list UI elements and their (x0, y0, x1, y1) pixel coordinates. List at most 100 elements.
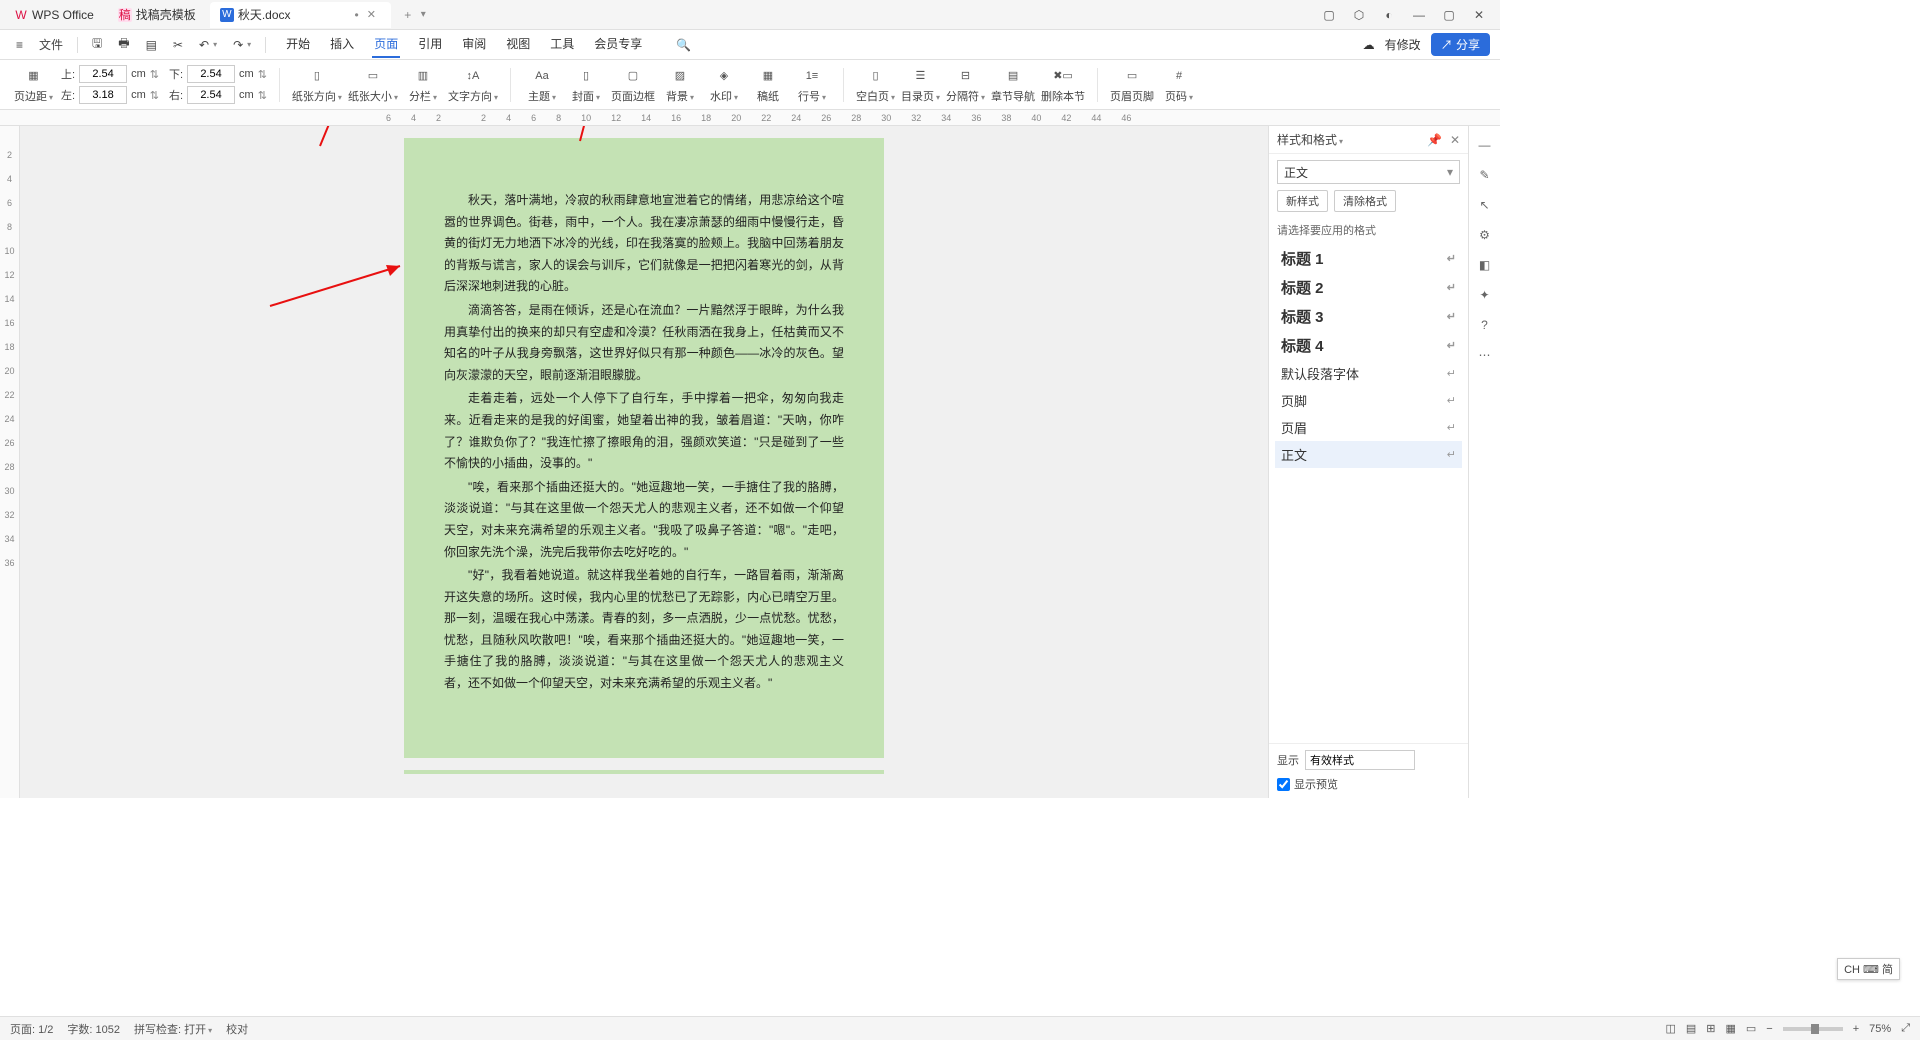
view-web-icon[interactable]: ⊞ (1706, 1022, 1715, 1035)
manuscript-button[interactable]: ▦稿纸 (749, 66, 787, 104)
view-read-icon[interactable]: ▤ (1686, 1022, 1696, 1035)
close-icon[interactable]: ✕ (1450, 133, 1460, 147)
watermark-button[interactable]: ◈水印 (705, 66, 743, 104)
select-icon[interactable]: ↖ (1479, 198, 1489, 212)
zoom-in-icon[interactable]: + (1853, 1023, 1859, 1035)
avatar-icon[interactable]: ◐ (1380, 8, 1398, 22)
header-footer-button[interactable]: ▭页眉页脚 (1110, 66, 1154, 104)
style-item[interactable]: 正文↵ (1275, 441, 1462, 468)
document-page-2[interactable] (404, 770, 884, 774)
style-item[interactable]: 标题 3↵ (1275, 302, 1462, 331)
columns-button[interactable]: ▥分栏 (404, 66, 442, 104)
cover-button[interactable]: ▯封面 (567, 66, 605, 104)
tab-member[interactable]: 会员专享 (592, 31, 644, 58)
paper-size-button[interactable]: ▭纸张大小 (348, 66, 398, 104)
blank-page-button[interactable]: ▯空白页 (856, 66, 895, 104)
document-canvas[interactable]: 秋天，落叶满地，冷寂的秋雨肆意地宣泄着它的情绪，用悲凉给这个喧嚣的世界调色。街巷… (20, 126, 1268, 798)
maximize-icon[interactable]: ▢ (1440, 8, 1458, 22)
tab-start[interactable]: 开始 (284, 31, 312, 58)
layers-icon[interactable]: ◧ (1479, 258, 1490, 272)
print-preview-icon[interactable]: ▤ (140, 35, 163, 55)
tab-view[interactable]: 视图 (504, 31, 532, 58)
current-style-select[interactable]: 正文▾ (1277, 160, 1460, 184)
cloud-icon[interactable]: ☁ (1363, 38, 1375, 52)
tab-menu-icon[interactable]: ▾ (421, 9, 426, 20)
ruler-vertical[interactable]: 24681012141618202224262830323436 (0, 126, 20, 798)
search-icon[interactable]: 🔍 (670, 31, 697, 58)
panel-title[interactable]: 样式和格式 (1277, 131, 1343, 148)
settings-icon[interactable]: ⚙ (1479, 228, 1490, 242)
redo-icon[interactable]: ↷ (227, 35, 257, 55)
toc-page-button[interactable]: ☰目录页 (901, 66, 940, 104)
file-menu[interactable]: 文件 (33, 33, 69, 56)
ime-badge[interactable]: CH ⌨ 简 (1837, 958, 1900, 980)
margin-right-input[interactable] (187, 86, 235, 104)
tab-template[interactable]: 稿 找稿壳模板 (108, 2, 206, 28)
minimize-icon[interactable]: — (1410, 8, 1428, 22)
background-button[interactable]: ▨背景 (661, 66, 699, 104)
status-words[interactable]: 字数: 1052 (67, 1021, 120, 1037)
cut-icon[interactable]: ✂ (167, 35, 189, 55)
text-direction-button[interactable]: ↕A文字方向 (448, 66, 498, 104)
collapse-icon[interactable]: — (1479, 138, 1491, 152)
tab-page[interactable]: 页面 (372, 31, 400, 58)
save-icon[interactable]: 🖫 (86, 31, 108, 58)
more-icon[interactable]: ⋯ (1479, 348, 1491, 362)
style-item[interactable]: 标题 1↵ (1275, 244, 1462, 273)
clear-format-button[interactable]: 清除格式 (1334, 190, 1396, 212)
preview-checkbox[interactable]: 显示预览 (1277, 776, 1460, 792)
line-number-button[interactable]: 1≡行号 (793, 66, 831, 104)
share-button[interactable]: ↗ 分享 (1431, 33, 1490, 56)
new-tab-button[interactable]: + (399, 8, 417, 22)
style-item[interactable]: 标题 2↵ (1275, 273, 1462, 302)
status-proof[interactable]: 校对 (226, 1021, 248, 1037)
delete-section-button[interactable]: ✖▭删除本节 (1041, 66, 1085, 104)
page-margins-button[interactable]: ▦ 页边距 (14, 66, 53, 104)
undo-icon[interactable]: ↶ (193, 35, 223, 55)
tab-review[interactable]: 审阅 (460, 31, 488, 58)
orientation-button[interactable]: ▯纸张方向 (292, 66, 342, 104)
document-page[interactable]: 秋天，落叶满地，冷寂的秋雨肆意地宣泄着它的情绪，用悲凉给这个喧嚣的世界调色。街巷… (404, 138, 884, 758)
view-mode-icon[interactable]: ◫ (1665, 1022, 1675, 1035)
zoom-slider[interactable] (1783, 1027, 1843, 1031)
paragraph[interactable]: 滴滴答答，是雨在倾诉，还是心在流血？一片黯然浮于眼眸，为什么我用真挚付出的换来的… (444, 300, 844, 386)
theme-button[interactable]: Aa主题 (523, 66, 561, 104)
view-outline-icon[interactable]: ▦ (1725, 1022, 1735, 1035)
paragraph[interactable]: 秋天，落叶满地，冷寂的秋雨肆意地宣泄着它的情绪，用悲凉给这个喧嚣的世界调色。街巷… (444, 190, 844, 298)
new-style-button[interactable]: 新样式 (1277, 190, 1328, 212)
print-icon[interactable]: 🖶 (112, 31, 135, 58)
help-icon[interactable]: ? (1481, 318, 1488, 332)
zoom-value[interactable]: 75% (1869, 1023, 1891, 1035)
view-draft-icon[interactable]: ▭ (1746, 1022, 1756, 1035)
margin-left-input[interactable] (79, 86, 127, 104)
separator-button[interactable]: ⊟分隔符 (946, 66, 985, 104)
style-item[interactable]: 页脚↵ (1275, 387, 1462, 414)
chapter-nav-button[interactable]: ▤章节导航 (991, 66, 1035, 104)
pin-icon[interactable]: 📌 (1427, 133, 1442, 147)
tab-reference[interactable]: 引用 (416, 31, 444, 58)
tab-insert[interactable]: 插入 (328, 31, 356, 58)
status-spell[interactable]: 拼写检查: 打开 (134, 1021, 212, 1037)
status-page[interactable]: 页面: 1/2 (10, 1021, 53, 1037)
fullscreen-icon[interactable]: ⤢ (1901, 1022, 1910, 1035)
style-item[interactable]: 标题 4↵ (1275, 331, 1462, 360)
pencil-icon[interactable]: ✎ (1479, 168, 1489, 182)
show-filter-input[interactable] (1305, 750, 1415, 770)
page-number-button[interactable]: #页码 (1160, 66, 1198, 104)
tab-doc[interactable]: W 秋天.docx • ✕ (210, 2, 391, 28)
style-item[interactable]: 页眉↵ (1275, 414, 1462, 441)
margin-bottom-input[interactable] (187, 65, 235, 83)
cube-icon[interactable]: ⬡ (1350, 8, 1368, 22)
margin-top-input[interactable] (79, 65, 127, 83)
border-button[interactable]: ▢页面边框 (611, 66, 655, 104)
paragraph[interactable]: 走着走着，远处一个人停下了自行车，手中撑着一把伞，匆匆向我走来。近看走来的是我的… (444, 388, 844, 474)
paragraph[interactable]: "唉，看来那个插曲还挺大的。"她逗趣地一笑，一手搪住了我的胳膊，淡淡说道："与其… (444, 477, 844, 563)
tools-icon[interactable]: ✦ (1479, 288, 1489, 302)
box-icon[interactable]: ▢ (1320, 8, 1338, 22)
paragraph[interactable]: "好"，我看着她说道。就这样我坐着她的自行车，一路冒着雨，渐渐离开这失意的场所。… (444, 565, 844, 695)
hamburger-icon[interactable]: ≡ (10, 35, 29, 55)
tab-tools[interactable]: 工具 (548, 31, 576, 58)
style-item[interactable]: 默认段落字体↵ (1275, 360, 1462, 387)
close-icon[interactable]: ✕ (1470, 8, 1488, 22)
tab-wps[interactable]: W WPS Office (4, 2, 104, 28)
